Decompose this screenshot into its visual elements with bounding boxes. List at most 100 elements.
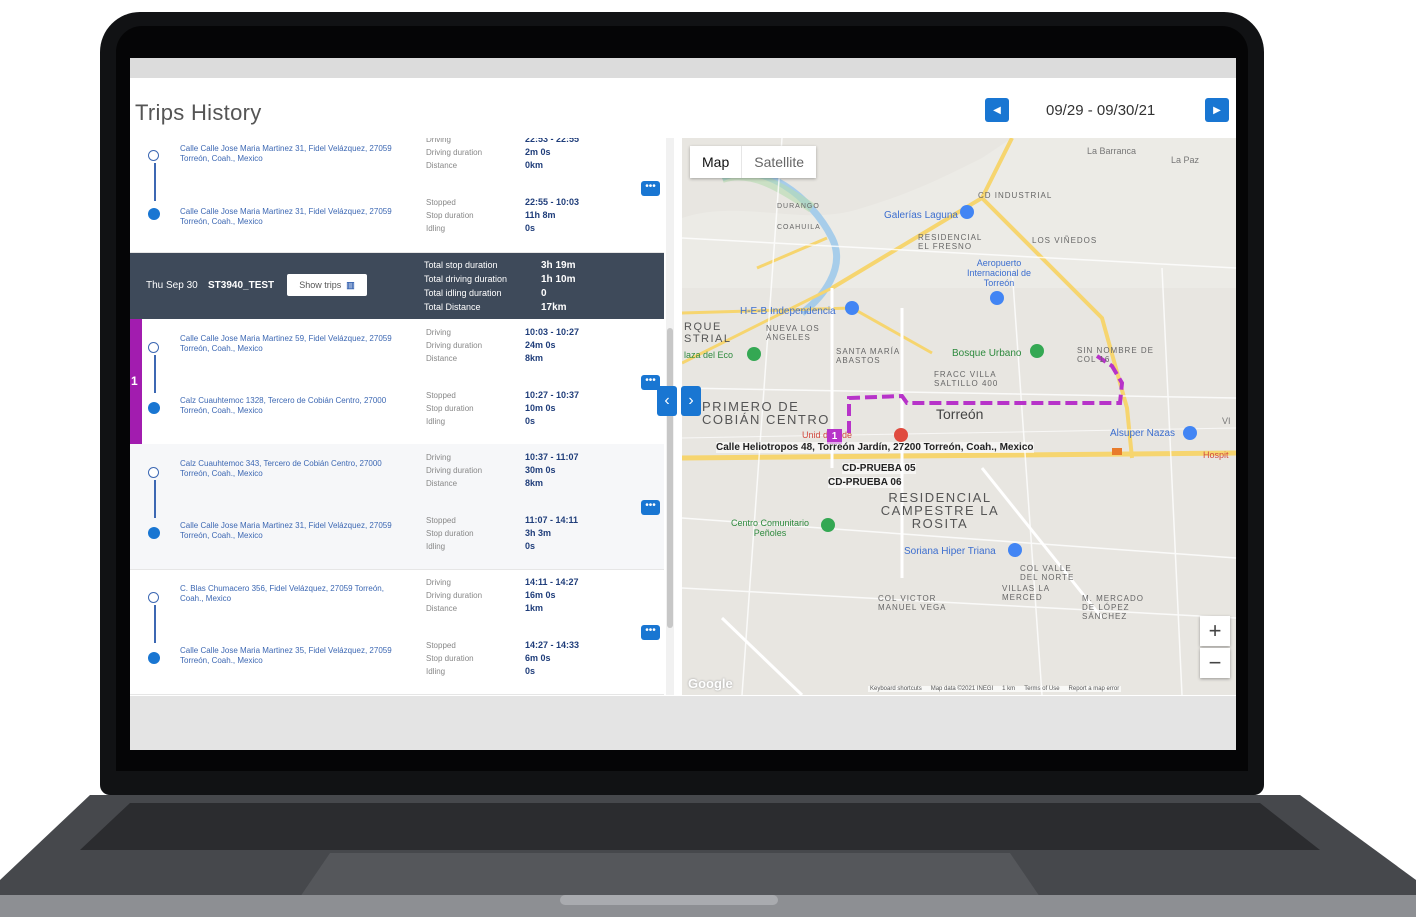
place-label: FRACC VILLA SALTILLO 400: [934, 370, 999, 388]
terms-link[interactable]: Terms of Use: [1024, 686, 1059, 692]
trip-index: 1: [131, 374, 138, 388]
show-trips-button[interactable]: Show trips ▥: [287, 274, 367, 296]
label-stop-duration: Stop duration: [426, 654, 474, 663]
list-scrollbar[interactable]: [666, 138, 674, 695]
start-point-icon: [148, 467, 159, 478]
vehicle-label[interactable]: CD-PRUEBA 06: [828, 477, 902, 488]
trip-card[interactable]: Calz Cuauhtemoc 343, Tercero de Cobián C…: [130, 444, 664, 570]
label-driving: Driving: [426, 578, 451, 587]
more-button[interactable]: •••: [641, 625, 660, 640]
stopped-time: 22:55 - 10:03: [525, 197, 580, 207]
show-trips-label: Show trips: [299, 280, 342, 290]
keyboard-shortcuts-link[interactable]: Keyboard shortcuts: [870, 686, 922, 692]
map-icon: ▥: [346, 279, 355, 290]
summary-value: 1h 10m: [541, 274, 576, 285]
trip-card[interactable]: C. Blas Chumacero 356, Fidel Velázquez, …: [130, 569, 664, 695]
report-link[interactable]: Report a map error: [1069, 686, 1120, 692]
screen-bottom-strip: [130, 696, 1236, 750]
label-stopped: Stopped: [426, 198, 456, 207]
place-label: SANTA MARÍA ABASTOS: [836, 347, 900, 365]
end-address: Calle Calle Jose Maria Martinez 35, Fide…: [180, 646, 392, 665]
label-driving-duration: Driving duration: [426, 466, 483, 475]
more-button[interactable]: •••: [641, 181, 660, 196]
route-line: [154, 355, 156, 393]
end-point-icon: [148, 402, 160, 414]
label-driving-duration: Driving duration: [426, 591, 483, 600]
label-driving-duration: Driving duration: [426, 341, 483, 350]
summary-device: ST3940_TEST: [208, 280, 275, 291]
distance: 8km: [525, 478, 544, 488]
label-idling: Idling: [426, 417, 446, 426]
stop-duration: 6m 0s: [525, 653, 551, 663]
trip-card-selected[interactable]: 1 Calle Calle Jose Maria Martinez 59, Fi…: [130, 319, 664, 445]
stopped-time: 10:27 - 10:37: [525, 390, 580, 400]
driving-time: 10:37 - 11:07: [525, 452, 579, 462]
summary-date: Thu Sep 30: [146, 280, 198, 291]
vehicle-label[interactable]: CD-PRUEBA 05: [842, 463, 916, 474]
trip-card: Calle Calle Jose Maria Martinez 31, Fide…: [130, 138, 664, 253]
start-address: C. Blas Chumacero 356, Fidel Velázquez, …: [180, 584, 384, 603]
driving-duration: 16m 0s: [525, 590, 556, 600]
label-stopped: Stopped: [426, 391, 456, 400]
map-footer: Keyboard shortcuts Map data ©2021 INEGI …: [868, 686, 1122, 692]
place-label: CD INDUSTRIAL: [978, 191, 1053, 200]
place-label: RESIDENCIAL CAMPESTRE LA ROSITA: [880, 490, 1000, 531]
app-screen: Trips History ◀ 09/29 - 09/30/21 ▶ Calle…: [130, 58, 1236, 750]
tab-map[interactable]: Map: [690, 146, 741, 178]
label-stopped: Stopped: [426, 641, 456, 650]
place-label: La Paz: [1171, 155, 1200, 165]
label-driving: Driving: [426, 138, 451, 144]
scrollbar-thumb[interactable]: [667, 328, 673, 628]
browser-top-strip: [130, 58, 1236, 78]
label-stop-duration: Stop duration: [426, 529, 474, 538]
selected-indicator: 1: [130, 319, 142, 444]
date-range: 09/29 - 09/30/21: [1046, 102, 1156, 119]
label-idling: Idling: [426, 224, 446, 233]
place-label: Alsuper Nazas: [1110, 428, 1176, 439]
stopped-time: 14:27 - 14:33: [525, 640, 580, 650]
end-point-icon: [148, 208, 160, 220]
prev-date-button[interactable]: ◀: [985, 98, 1009, 122]
place-label: Torreón: [936, 406, 984, 422]
driving-duration: 2m 0s: [525, 147, 551, 157]
route-line: [154, 605, 156, 643]
place-label: Galerías Laguna: [884, 210, 958, 221]
place-label: Soriana Hiper Triana: [904, 546, 996, 557]
label-driving-duration: Driving duration: [426, 148, 483, 157]
stop-duration: 3h 3m: [525, 528, 552, 538]
label-stop-duration: Stop duration: [426, 404, 474, 413]
stop-duration: 10m 0s: [525, 403, 556, 413]
label-distance: Distance: [426, 604, 458, 613]
next-date-button[interactable]: ▶: [1205, 98, 1229, 122]
start-address: Calz Cuauhtemoc 343, Tercero de Cobián C…: [180, 459, 382, 478]
label-idling: Idling: [426, 542, 446, 551]
more-button[interactable]: •••: [641, 500, 660, 515]
place-label: VI: [1222, 416, 1231, 426]
summary-label: Total driving duration: [424, 274, 508, 284]
place-label: PRIMERO DE COBIÁN CENTRO: [702, 399, 830, 427]
tab-satellite[interactable]: Satellite: [741, 146, 816, 178]
place-label: Centro Comunitario Peñoles: [730, 518, 810, 538]
collapse-panel-button[interactable]: ‹: [657, 386, 677, 416]
zoom-in-button[interactable]: +: [1200, 616, 1230, 646]
end-address: Calle Calle Jose Maria Martinez 31, Fide…: [180, 521, 392, 540]
zoom-out-button[interactable]: −: [1200, 648, 1230, 678]
summary-label: Total Distance: [424, 302, 481, 312]
start-point-icon: [148, 150, 159, 161]
label-distance: Distance: [426, 479, 458, 488]
route-line: [154, 480, 156, 518]
trips-list[interactable]: Calle Calle Jose Maria Martinez 31, Fide…: [130, 138, 664, 695]
expand-panel-button[interactable]: ›: [681, 386, 701, 416]
start-address: Calle Calle Jose Maria Martinez 59, Fide…: [180, 334, 392, 353]
start-point-icon: [148, 592, 159, 603]
place-label: DURANGO: [777, 203, 820, 210]
start-address: Calle Calle Jose Maria Martinez 31, Fide…: [180, 144, 392, 163]
end-address: Calz Cuauhtemoc 1328, Tercero de Cobián …: [180, 396, 387, 415]
chevron-right-icon: ▶: [1213, 104, 1221, 116]
label-idling: Idling: [426, 667, 446, 676]
place-label: Aeropuerto Internacional de Torreón: [966, 258, 1032, 288]
place-label: SIN NOMBRE DE COL 16: [1077, 346, 1155, 364]
map-view[interactable]: Map Satellite La Barranca La Paz CD INDU…: [682, 138, 1236, 695]
place-label: RESIDENCIAL EL FRESNO: [918, 233, 983, 251]
day-summary: Thu Sep 30 ST3940_TEST Show trips ▥ Tota…: [130, 253, 664, 319]
